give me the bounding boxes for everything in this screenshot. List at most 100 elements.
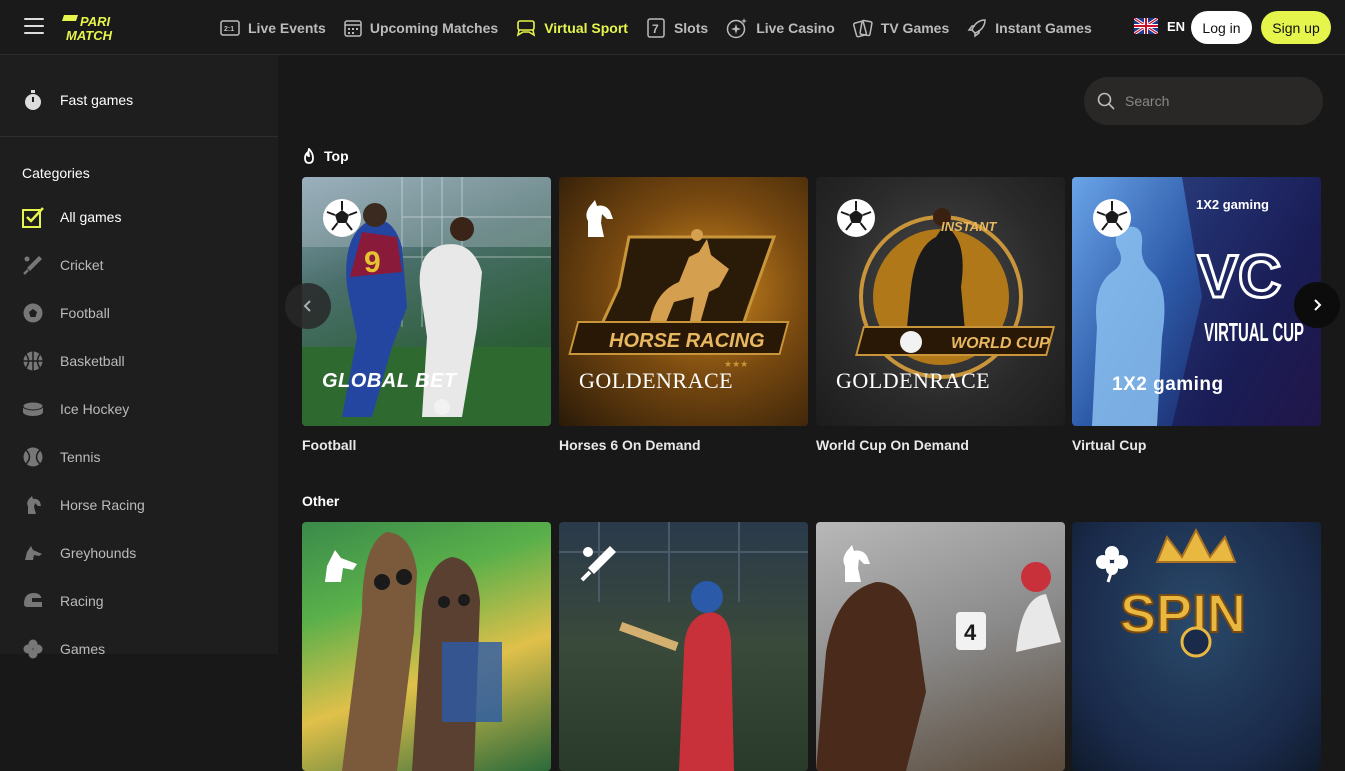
checkbox-icon (22, 207, 44, 228)
sidebar-item-racing[interactable]: Racing (22, 590, 104, 612)
sidebar-item-label: Cricket (60, 257, 104, 273)
virtual-cup-text: VIRTUAL CUP (1204, 317, 1304, 347)
game-card-football[interactable]: 9 GLOBAL BET (302, 177, 551, 426)
horse-icon (835, 542, 877, 584)
nav-virtual-sport-label: Virtual Sport (544, 19, 628, 36)
greyhound-icon (321, 542, 363, 584)
parimatch-logo[interactable]: PARI MATCH (62, 14, 144, 43)
nav-instant-games[interactable]: Instant Games (967, 0, 1092, 55)
football-icon (835, 197, 877, 239)
game-card-greyhounds[interactable] (302, 522, 551, 771)
game-card-label[interactable]: Virtual Cup (1072, 437, 1146, 453)
game-card-world-cup[interactable]: INSTANT WORLD CUP GOLDENRACE (816, 177, 1065, 426)
svg-text:2:1: 2:1 (224, 26, 234, 33)
sidebar-item-tennis[interactable]: Tennis (22, 446, 100, 468)
game-card-label[interactable]: World Cup On Demand (816, 437, 969, 453)
game-card-harness-racing[interactable]: 4 (816, 522, 1065, 771)
sidebar-item-label: Basketball (60, 353, 125, 369)
logo-text-bottom: MATCH (66, 28, 113, 42)
search-input[interactable] (1125, 93, 1305, 109)
chevron-left-icon (303, 300, 311, 312)
football-icon (23, 303, 43, 323)
nav-tv-games-label: TV Games (880, 19, 950, 36)
football-icon (1091, 197, 1133, 239)
card-brand: 1X2 gaming (1112, 374, 1224, 395)
gaming-top-text: 1X2 gaming (1196, 197, 1269, 212)
stopwatch-icon (25, 90, 41, 110)
game-card-cricket[interactable] (559, 522, 808, 771)
nav-slots-label: Slots (673, 19, 709, 36)
scoreboard-icon: 2:1 (220, 19, 240, 36)
sidebar-item-label: Greyhounds (60, 545, 137, 561)
nav-live-events[interactable]: 2:1 Live Events (220, 0, 326, 55)
gamepad-icon (517, 19, 536, 37)
horse-icon (27, 496, 41, 514)
nav-virtual-sport[interactable]: Virtual Sport (516, 0, 628, 55)
cards-icon (852, 19, 873, 37)
nav-upcoming-matches[interactable]: Upcoming Matches (344, 0, 498, 55)
sidebar-item-greyhounds[interactable]: Greyhounds (22, 542, 136, 564)
sidebar-item-cricket[interactable]: Cricket (22, 254, 104, 276)
section-other-label: Other (302, 493, 340, 509)
trotter-number-text: 4 (964, 620, 977, 645)
language-selector[interactable]: EN (1134, 18, 1185, 34)
sidebar-item-label: Tennis (60, 449, 101, 465)
section-other-title: Other (302, 493, 339, 509)
tennis-ball-icon (23, 447, 43, 467)
search-box[interactable] (1084, 77, 1323, 125)
sidebar-divider (0, 136, 278, 137)
main-nav: 2:1 Live Events Upcoming Matches Virtual… (220, 0, 1110, 55)
section-top-label: Top (324, 148, 349, 164)
sidebar-item-all-games[interactable]: All games (22, 206, 121, 228)
nav-live-casino[interactable]: Live Casino (726, 0, 835, 55)
main-content: Top 9 GLOBAL BET Football HORSE RACING ★… (278, 55, 1345, 771)
sidebar: Fast games Categories All games Cricket … (0, 55, 278, 659)
sidebar-item-ice-hockey[interactable]: Ice Hockey (22, 398, 129, 420)
sidebar-item-label: Games (60, 641, 106, 657)
greyhound-icon (25, 546, 42, 560)
clover-icon (1091, 542, 1133, 584)
world-cup-text: WORLD CUP (951, 335, 1050, 352)
carousel-prev-button[interactable] (285, 283, 331, 329)
login-button[interactable]: Log in (1191, 11, 1252, 44)
chevron-right-icon (1314, 299, 1322, 311)
fire-icon (304, 148, 314, 164)
vc-text: VC (1198, 243, 1281, 310)
section-top-title: Top (302, 148, 349, 164)
sidebar-item-games[interactable]: Games (22, 638, 105, 660)
sidebar-item-football[interactable]: Football (22, 302, 110, 324)
menu-icon[interactable] (24, 18, 44, 36)
card-brand: GOLDENRACE (836, 368, 991, 393)
nav-slots[interactable]: 7 Slots (646, 0, 708, 55)
instant-text: INSTANT (941, 219, 997, 234)
nav-tv-games[interactable]: TV Games (852, 0, 950, 55)
cricket-icon (23, 256, 42, 275)
categories-title: Categories (22, 165, 90, 181)
football-icon (321, 197, 363, 239)
helmet-icon (24, 593, 42, 607)
sidebar-item-basketball[interactable]: Basketball (22, 350, 125, 372)
nav-live-events-label: Live Events (248, 19, 326, 36)
horse-racing-text: HORSE RACING (609, 330, 765, 352)
nav-instant-games-label: Instant Games (995, 19, 1092, 36)
basketball-icon (23, 351, 43, 371)
sidebar-item-label: All games (60, 209, 122, 225)
sidebar-item-horse-racing[interactable]: Horse Racing (22, 494, 145, 516)
game-card-spin[interactable]: SPIN (1072, 522, 1321, 771)
game-card-label[interactable]: Horses 6 On Demand (559, 437, 701, 453)
game-card-label[interactable]: Football (302, 437, 356, 453)
nav-live-casino-label: Live Casino (756, 19, 835, 36)
clover-icon (23, 639, 43, 659)
signup-button[interactable]: Sign up (1261, 11, 1331, 44)
fast-games-label: Fast games (60, 92, 134, 108)
sidebar-item-label: Ice Hockey (60, 401, 130, 417)
game-card-virtual-cup[interactable]: 1X2 gaming VC VIRTUAL CUP 1X2 gaming (1072, 177, 1321, 426)
sidebar-item-label: Racing (60, 593, 104, 609)
search-icon (1097, 92, 1115, 110)
carousel-next-button[interactable] (1294, 282, 1340, 328)
sidebar-fast-games[interactable]: Fast games (22, 89, 133, 111)
language-label: EN (1167, 18, 1186, 34)
sidebar-item-label: Football (60, 305, 110, 321)
top-navigation-bar: PARI MATCH 2:1 Live Events Upcoming Matc… (0, 0, 1345, 55)
game-card-horses-6[interactable]: HORSE RACING ★★★ GOLDENRACE (559, 177, 808, 426)
